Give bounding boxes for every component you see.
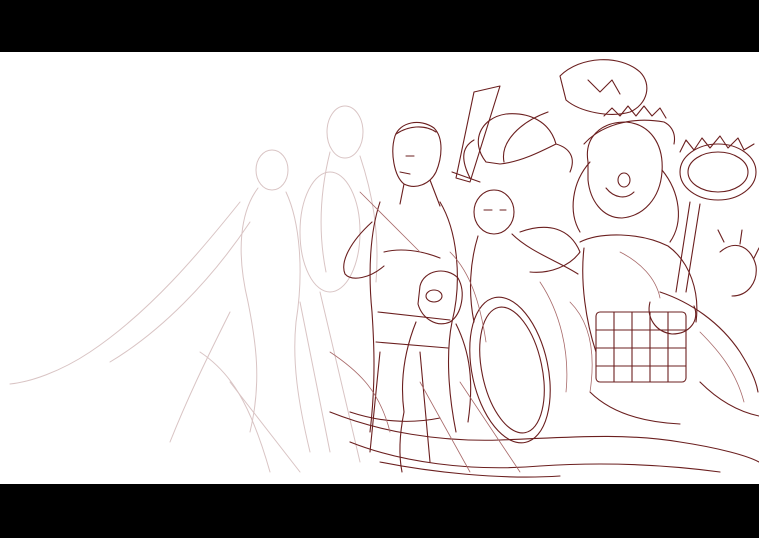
faint-background-figures [9,105,378,473]
sketch-canvas [0,52,759,484]
sketch-artwork [9,59,759,478]
letterbox-bottom-bar [0,484,759,538]
letterbox-top-bar [0,0,759,52]
letterboxed-frame [0,0,759,538]
main-character-group [329,59,759,478]
